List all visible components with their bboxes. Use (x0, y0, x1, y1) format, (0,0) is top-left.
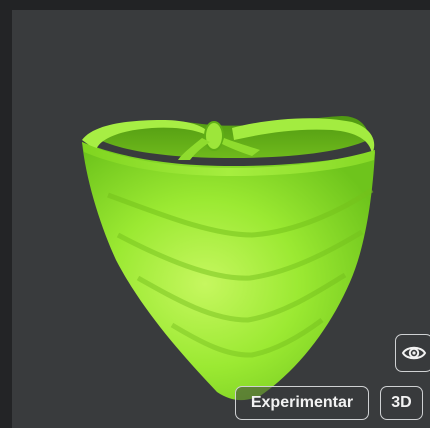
bandana-render (82, 116, 375, 401)
toggle-visibility-button[interactable] (395, 334, 430, 372)
view-3d-button[interactable]: 3D (380, 386, 423, 420)
left-edge (0, 10, 12, 428)
item-preview-viewport[interactable] (12, 10, 430, 428)
eye-icon (401, 346, 427, 360)
try-on-button[interactable]: Experimentar (235, 386, 369, 420)
top-edge (0, 0, 430, 10)
